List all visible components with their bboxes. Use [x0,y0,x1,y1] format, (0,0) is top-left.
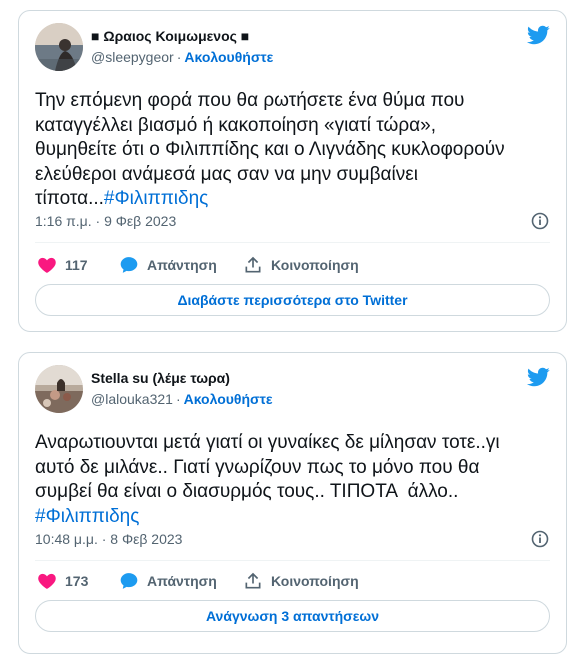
speech-bubble-icon [120,573,138,589]
tweet-text-line: #Φιλιππιδης [35,505,550,530]
read-more-button[interactable]: Διαβάστε περισσότερα στο Twitter [35,284,550,316]
info-icon[interactable] [530,529,550,549]
twitter-bird-icon[interactable] [526,365,550,389]
reply-label: Απάντηση [147,257,217,273]
upload-icon [245,572,261,589]
timestamp[interactable]: 10:48 μ.μ. · 8 Φεβ 2023 [35,531,182,547]
tweet-actions: 117 Απάντηση Κοινοποίηση [35,253,550,277]
separator-dot: · [175,391,181,407]
hashtag-link[interactable]: #Φιλιππιδης [104,188,208,209]
like-button[interactable]: 173 [37,569,88,593]
heart-icon [38,257,56,273]
upload-icon [245,256,261,273]
like-button[interactable]: 117 [37,253,88,277]
user-handle[interactable]: @sleepygeor [91,49,174,65]
author-names: ■ Ωραιος Κοιμωμενος ■ @sleepygeor · Ακολου… [91,27,273,67]
info-icon[interactable] [530,211,550,231]
display-name[interactable]: ■ Ωραιος Κοιμωμενος ■ [91,27,273,45]
avatar[interactable] [35,365,83,413]
tweet-text-line: θυμηθείτε ότι ο Φιλιππίδης και ο Λιγνάδη… [35,139,505,160]
tweet-actions: 173 Απάντηση Κοινοποίηση [35,569,550,593]
tweet-text: Αναρωτιουνται μετά γιατί οι γυναίκες δε … [35,431,550,529]
divider [35,560,550,561]
tweet-text-line: συμβεί θα είναι ο διασυρμός τους.. ΤΙΠΟΤ… [35,481,459,502]
share-button[interactable]: Κοινοποίηση [243,253,359,277]
share-button[interactable]: Κοινοποίηση [243,569,359,593]
tweet-header: ■ Ωραιος Κοιμωμενος ■ @sleepygeor · Ακολου… [35,23,550,71]
avatar[interactable] [35,23,83,71]
speech-bubble-icon [120,257,138,273]
handle-row: @lalouka321 · Ακολουθήστε [91,389,273,409]
hashtag-link[interactable]: #Φιλιππιδης [35,506,139,527]
tweet-text-line: καταγγέλλει βιασμό ή κακοποίηση «γιατί τ… [35,114,436,136]
twitter-bird-icon[interactable] [526,23,550,47]
user-handle[interactable]: @lalouka321 [91,391,173,407]
reply-button[interactable]: Απάντηση [119,253,217,277]
share-label: Κοινοποίηση [271,573,359,589]
separator-dot: · [176,49,182,65]
divider [35,242,550,243]
follow-link[interactable]: Ακολουθήστε [184,391,273,407]
tweet-text-tail: τίποτα... [35,188,104,209]
tweet-text-line: τίποτα...#Φιλιππιδης [35,187,550,212]
reply-button[interactable]: Απάντηση [119,569,217,593]
read-replies-button[interactable]: Ανάγνωση 3 απαντήσεων [35,600,550,632]
share-label: Κοινοποίηση [271,257,359,273]
like-count: 173 [65,573,89,589]
tweet-text-line: Αναρωτιουνται μετά γιατί οι γυναίκες δε … [35,432,500,453]
tweet-header: Stella su (λέμε τωρα) @lalouka321 · Ακολου… [35,365,550,413]
reply-label: Απάντηση [147,573,217,589]
like-count: 117 [65,257,88,273]
display-name[interactable]: Stella su (λέμε τωρα) [91,369,273,387]
tweet-meta: 10:48 μ.μ. · 8 Φεβ 2023 [35,529,550,549]
follow-link[interactable]: Ακολουθήστε [184,49,273,65]
tweet-card: Stella su (λέμε τωρα) @lalouka321 · Ακολου… [18,352,567,654]
tweet-text-line: Την επόμενη φορά που θα ρωτήσετε ένα θύμ… [35,90,465,111]
tweet-card: ■ Ωραιος Κοιμωμενος ■ @sleepygeor · Ακολου… [18,10,567,332]
timestamp[interactable]: 1:16 π.μ. · 9 Φεβ 2023 [35,213,176,229]
tweet-text: Την επόμενη φορά που θα ρωτήσετε ένα θύμ… [35,89,550,212]
tweet-text-line: αυτό δε μιλάνε.. Γιατί γνωρίζουν πως το … [35,456,480,478]
tweet-meta: 1:16 π.μ. · 9 Φεβ 2023 [35,211,550,231]
author-names: Stella su (λέμε τωρα) @lalouka321 · Ακολου… [91,369,273,409]
handle-row: @sleepygeor · Ακολουθήστε [91,47,273,67]
heart-icon [38,573,56,589]
tweet-text-line: ελεύθεροι ανάμεσά μας σαν να μην συμβαίν… [35,163,418,185]
